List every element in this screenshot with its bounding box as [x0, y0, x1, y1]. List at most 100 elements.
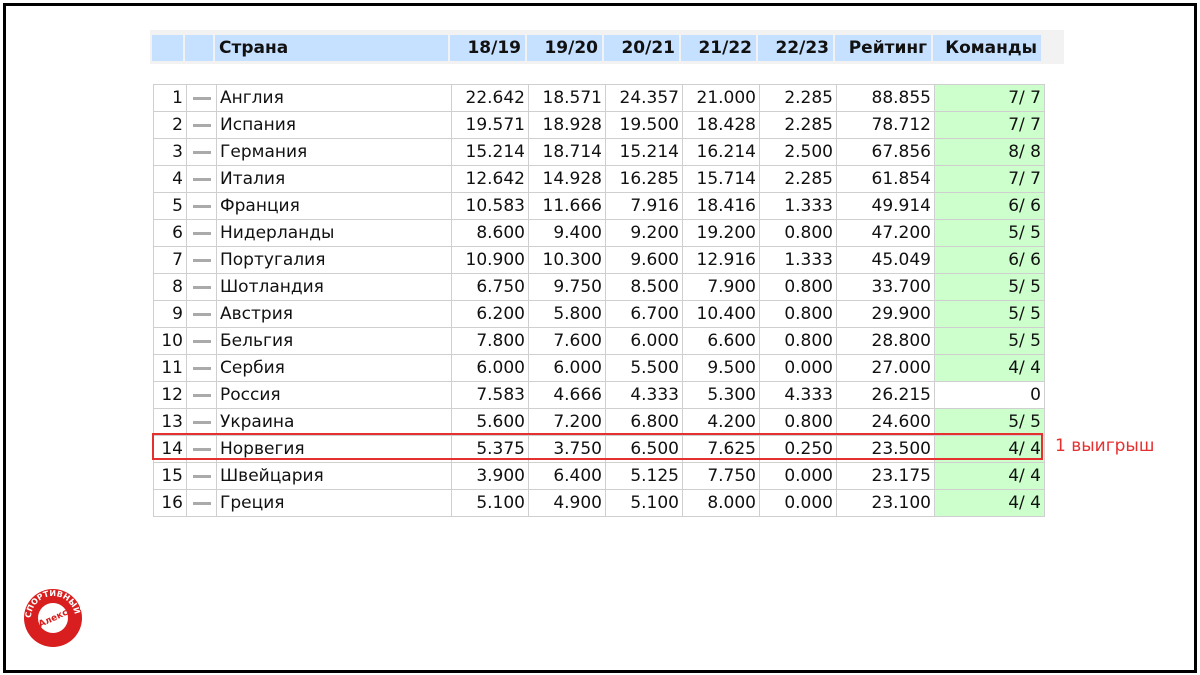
rating-cell: 78.712: [836, 111, 935, 139]
country-cell: Англия: [216, 84, 452, 112]
trend-cell: [186, 165, 217, 193]
value-2223-cell: 1.333: [759, 192, 837, 220]
value-2021-cell: 9.200: [605, 219, 683, 247]
trend-cell: [186, 408, 217, 436]
trend-cell: [186, 462, 217, 490]
value-2122-cell: 7.900: [682, 273, 760, 301]
value-1819-cell: 10.583: [451, 192, 529, 220]
value-2021-cell: 6.000: [605, 327, 683, 355]
value-2021-cell: 15.214: [605, 138, 683, 166]
unchanged-dash-icon: [192, 501, 211, 505]
table-row: 6 Нидерланды 8.600 9.400 9.200 19.200 0.800 47.…: [153, 219, 1045, 247]
value-1819-cell: 5.600: [451, 408, 529, 436]
teams-cell: 5/ 5: [934, 273, 1045, 301]
annotation-text: 1 выигрыш: [1055, 436, 1155, 456]
rating-cell: 27.000: [836, 354, 935, 382]
value-1920-cell: 5.800: [528, 300, 606, 328]
value-1920-cell: 18.714: [528, 138, 606, 166]
trend-cell: [186, 192, 217, 220]
teams-cell: 7/ 7: [934, 165, 1045, 193]
value-2122-cell: 16.214: [682, 138, 760, 166]
value-1819-cell: 10.900: [451, 246, 529, 274]
rank-cell: 1: [153, 84, 187, 112]
value-2021-cell: 16.285: [605, 165, 683, 193]
rank-cell: 4: [153, 165, 187, 193]
trend-cell: [186, 327, 217, 355]
header-2021: 20/21: [602, 33, 681, 63]
value-2122-cell: 18.416: [682, 192, 760, 220]
value-2223-cell: 0.000: [759, 462, 837, 490]
rank-cell: 8: [153, 273, 187, 301]
header-2223: 22/23: [756, 33, 835, 63]
value-1819-cell: 3.900: [451, 462, 529, 490]
value-2122-cell: 5.300: [682, 381, 760, 409]
unchanged-dash-icon: [192, 420, 211, 424]
value-1920-cell: 6.400: [528, 462, 606, 490]
rating-cell: 23.500: [836, 435, 935, 463]
rank-cell: 14: [153, 435, 187, 463]
value-2223-cell: 0.800: [759, 327, 837, 355]
value-2122-cell: 9.500: [682, 354, 760, 382]
trend-cell: [186, 273, 217, 301]
unchanged-dash-icon: [192, 123, 211, 127]
unchanged-dash-icon: [192, 150, 211, 154]
value-2021-cell: 19.500: [605, 111, 683, 139]
value-2223-cell: 2.500: [759, 138, 837, 166]
table-row: 11 Сербия 6.000 6.000 5.500 9.500 0.000 27.000 4…: [153, 354, 1045, 382]
value-2122-cell: 12.916: [682, 246, 760, 274]
rank-cell: 11: [153, 354, 187, 382]
value-2122-cell: 21.000: [682, 84, 760, 112]
unchanged-dash-icon: [192, 312, 211, 316]
teams-cell: 4/ 4: [934, 489, 1045, 517]
country-cell: Австрия: [216, 300, 452, 328]
value-2223-cell: 0.800: [759, 300, 837, 328]
trend-cell: [186, 246, 217, 274]
value-2223-cell: 0.000: [759, 489, 837, 517]
value-1920-cell: 3.750: [528, 435, 606, 463]
table-row: 3 Германия 15.214 18.714 15.214 16.214 2.500 67…: [153, 138, 1045, 166]
rating-cell: 47.200: [836, 219, 935, 247]
value-2122-cell: 7.750: [682, 462, 760, 490]
table-row: 1 Англия 22.642 18.571 24.357 21.000 2.285 88.8…: [153, 84, 1045, 112]
trend-cell: [186, 111, 217, 139]
unchanged-dash-icon: [192, 474, 211, 478]
rank-cell: 12: [153, 381, 187, 409]
unchanged-dash-icon: [192, 447, 211, 451]
rating-cell: 88.855: [836, 84, 935, 112]
value-1920-cell: 4.900: [528, 489, 606, 517]
rank-cell: 15: [153, 462, 187, 490]
trend-cell: [186, 435, 217, 463]
country-cell: Сербия: [216, 354, 452, 382]
value-1920-cell: 6.000: [528, 354, 606, 382]
table-row: 4 Италия 12.642 14.928 16.285 15.714 2.285 61.8…: [153, 165, 1045, 193]
value-2021-cell: 5.500: [605, 354, 683, 382]
value-1920-cell: 18.928: [528, 111, 606, 139]
unchanged-dash-icon: [192, 96, 211, 100]
header-trend: [183, 33, 215, 63]
trend-cell: [186, 138, 217, 166]
value-2223-cell: 2.285: [759, 84, 837, 112]
value-2021-cell: 8.500: [605, 273, 683, 301]
teams-cell: 5/ 5: [934, 300, 1045, 328]
rank-cell: 10: [153, 327, 187, 355]
teams-cell: 0: [934, 381, 1045, 409]
teams-cell: 6/ 6: [934, 246, 1045, 274]
value-2021-cell: 6.800: [605, 408, 683, 436]
value-1920-cell: 9.400: [528, 219, 606, 247]
value-2122-cell: 10.400: [682, 300, 760, 328]
logo-stamp: СПОРТИВНЫЙ Алекс: [24, 589, 84, 647]
value-1819-cell: 5.100: [451, 489, 529, 517]
rating-cell: 23.175: [836, 462, 935, 490]
ranking-table: 1 Англия 22.642 18.571 24.357 21.000 2.285 88.8…: [153, 84, 1045, 517]
unchanged-dash-icon: [192, 231, 211, 235]
teams-cell: 8/ 8: [934, 138, 1045, 166]
value-2223-cell: 0.800: [759, 408, 837, 436]
table-row: 16 Греция 5.100 4.900 5.100 8.000 0.000 23.100 4…: [153, 489, 1045, 517]
table-body: 1 Англия 22.642 18.571 24.357 21.000 2.285 88.8…: [153, 84, 1045, 517]
value-1920-cell: 10.300: [528, 246, 606, 274]
rating-cell: 61.854: [836, 165, 935, 193]
value-2021-cell: 6.700: [605, 300, 683, 328]
value-2021-cell: 5.100: [605, 489, 683, 517]
value-1819-cell: 8.600: [451, 219, 529, 247]
rank-cell: 3: [153, 138, 187, 166]
